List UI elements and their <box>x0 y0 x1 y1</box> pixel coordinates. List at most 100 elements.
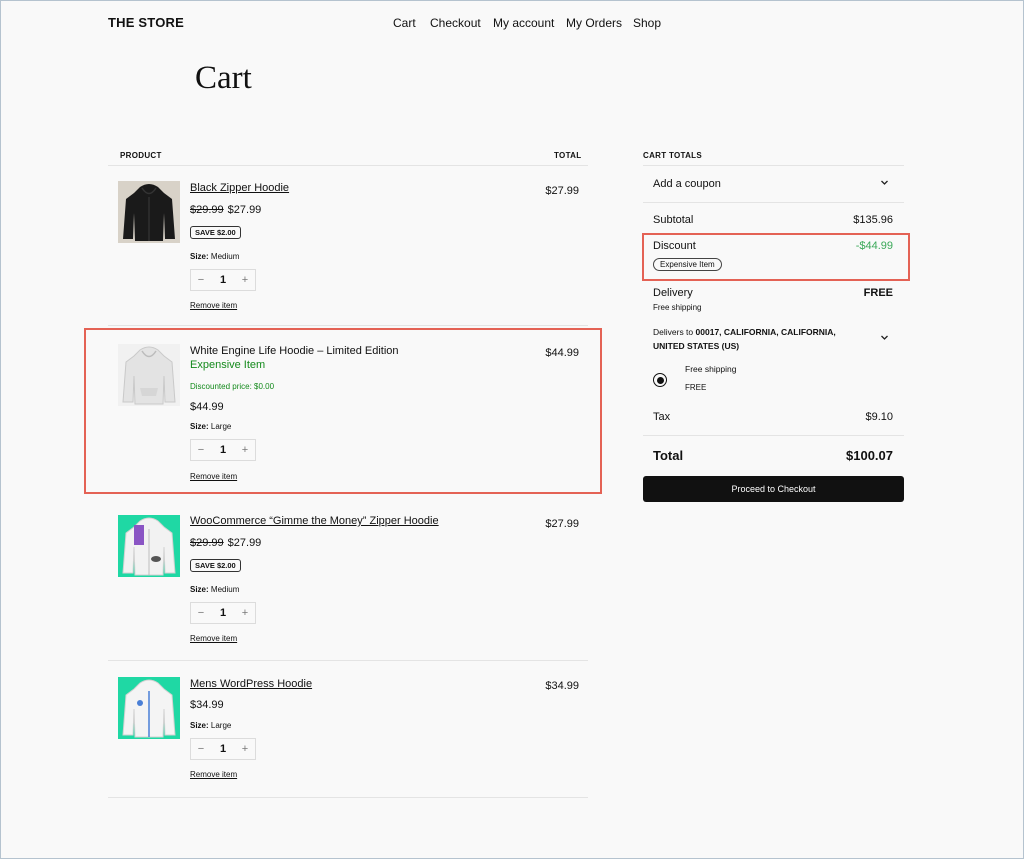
product-size: Size: Large <box>190 422 231 431</box>
line-total: $44.99 <box>545 347 579 359</box>
divider <box>643 202 904 203</box>
discounted-price-note: Discounted price: $0.00 <box>190 382 275 391</box>
line-total: $27.99 <box>545 185 579 197</box>
increase-quantity-button[interactable]: + <box>235 444 255 456</box>
black-hoodie-image <box>123 184 175 241</box>
product-thumbnail[interactable] <box>118 181 180 243</box>
line-total: $27.99 <box>545 518 579 530</box>
wordpress-hoodie-image <box>122 679 176 738</box>
sale-price: $27.99 <box>227 537 262 549</box>
size-label: Size: <box>190 252 209 261</box>
product-price: $34.99 <box>190 699 224 711</box>
decrease-quantity-button[interactable]: − <box>191 743 211 755</box>
sale-price: $27.99 <box>227 204 262 216</box>
delivers-to-address-line1: 00017, CALIFORNIA, CALIFORNIA, <box>695 327 836 337</box>
total-column-header: TOTAL <box>554 151 582 160</box>
shipping-option-radio[interactable] <box>653 373 667 387</box>
delivery-label: Delivery <box>653 287 693 299</box>
quantity-input[interactable]: 1 <box>213 444 233 456</box>
divider <box>643 435 904 436</box>
decrease-quantity-button[interactable]: − <box>191 607 211 619</box>
quantity-input[interactable]: 1 <box>213 607 233 619</box>
tax-label: Tax <box>653 411 671 423</box>
original-price: $29.99 <box>190 204 224 216</box>
size-label: Size: <box>190 585 209 594</box>
size-value: Large <box>210 721 232 730</box>
divider <box>108 165 588 166</box>
nav-checkout[interactable]: Checkout <box>430 16 481 30</box>
product-size: Size: Medium <box>190 585 239 594</box>
quantity-input[interactable]: 1 <box>213 743 233 755</box>
subtotal-value: $135.96 <box>853 214 893 226</box>
nav-shop[interactable]: Shop <box>633 16 661 30</box>
quantity-stepper: − 1 + <box>190 602 256 624</box>
discount-label: Discount <box>653 240 696 252</box>
woocommerce-hoodie-image <box>122 517 176 576</box>
decrease-quantity-button[interactable]: − <box>191 444 211 456</box>
line-total: $34.99 <box>545 680 579 692</box>
size-value: Medium <box>210 585 240 594</box>
chevron-down-icon[interactable] <box>880 178 889 190</box>
quantity-stepper: − 1 + <box>190 439 256 461</box>
tax-value: $9.10 <box>865 411 893 423</box>
product-size: Size: Large <box>190 721 231 730</box>
store-logo[interactable]: THE STORE <box>108 15 184 30</box>
remove-item-link[interactable]: Remove item <box>190 770 237 779</box>
product-size: Size: Medium <box>190 252 239 261</box>
radio-selected-dot <box>656 376 664 384</box>
delivery-note: Free shipping <box>653 303 702 312</box>
product-name-link[interactable]: White Engine Life Hoodie – Limited Editi… <box>190 345 399 357</box>
remove-item-link[interactable]: Remove item <box>190 301 237 310</box>
product-price: $29.99 $27.99 <box>190 204 261 216</box>
shipping-option-price: FREE <box>685 383 707 392</box>
size-value: Large <box>210 422 232 431</box>
nav-my-account[interactable]: My account <box>493 16 554 30</box>
proceed-to-checkout-button[interactable]: Proceed to Checkout <box>643 476 904 502</box>
save-badge: SAVE $2.00 <box>190 226 241 239</box>
nav-cart[interactable]: Cart <box>393 16 416 30</box>
total-value: $100.07 <box>846 448 893 463</box>
discount-tag: Expensive Item <box>653 258 722 271</box>
quantity-input[interactable]: 1 <box>213 274 233 286</box>
page-title: Cart <box>195 60 252 96</box>
divider <box>643 165 904 166</box>
nav-my-orders[interactable]: My Orders <box>566 16 622 30</box>
product-thumbnail[interactable] <box>118 677 180 739</box>
delivers-to-address-line2: UNITED STATES (US) <box>653 341 740 351</box>
cart-totals-heading: CART TOTALS <box>643 151 702 160</box>
remove-item-link[interactable]: Remove item <box>190 634 237 643</box>
divider <box>108 797 588 798</box>
increase-quantity-button[interactable]: + <box>235 607 255 619</box>
delivery-value: FREE <box>863 287 893 299</box>
total-label: Total <box>653 448 684 463</box>
white-hoodie-image <box>122 346 176 405</box>
divider <box>108 325 588 326</box>
remove-item-link[interactable]: Remove item <box>190 472 237 481</box>
quantity-stepper: − 1 + <box>190 269 256 291</box>
increase-quantity-button[interactable]: + <box>235 743 255 755</box>
discount-value: -$44.99 <box>855 240 893 252</box>
increase-quantity-button[interactable]: + <box>235 274 255 286</box>
product-column-header: PRODUCT <box>120 151 162 160</box>
quantity-stepper: − 1 + <box>190 738 256 760</box>
product-thumbnail[interactable] <box>118 344 180 406</box>
product-price: $29.99 $27.99 <box>190 537 261 549</box>
add-coupon-toggle[interactable]: Add a coupon <box>653 178 721 190</box>
delivers-to-prefix: Delivers to <box>653 327 694 337</box>
size-label: Size: <box>190 721 209 730</box>
delivery-address: Delivers to 00017, CALIFORNIA, CALIFORNI… <box>653 325 868 353</box>
size-label: Size: <box>190 422 209 431</box>
chevron-down-icon[interactable] <box>880 333 889 345</box>
product-name-link[interactable]: Mens WordPress Hoodie <box>190 678 312 690</box>
original-price: $29.99 <box>190 537 224 549</box>
product-name-link[interactable]: Black Zipper Hoodie <box>190 182 289 194</box>
save-badge: SAVE $2.00 <box>190 559 241 572</box>
product-name-link[interactable]: WooCommerce “Gimme the Money” Zipper Hoo… <box>190 515 439 527</box>
size-value: Medium <box>210 252 240 261</box>
subtotal-label: Subtotal <box>653 214 694 226</box>
shipping-option-label: Free shipping <box>685 364 737 374</box>
product-price: $44.99 <box>190 401 224 413</box>
product-thumbnail[interactable] <box>118 515 180 577</box>
divider <box>108 660 588 661</box>
decrease-quantity-button[interactable]: − <box>191 274 211 286</box>
